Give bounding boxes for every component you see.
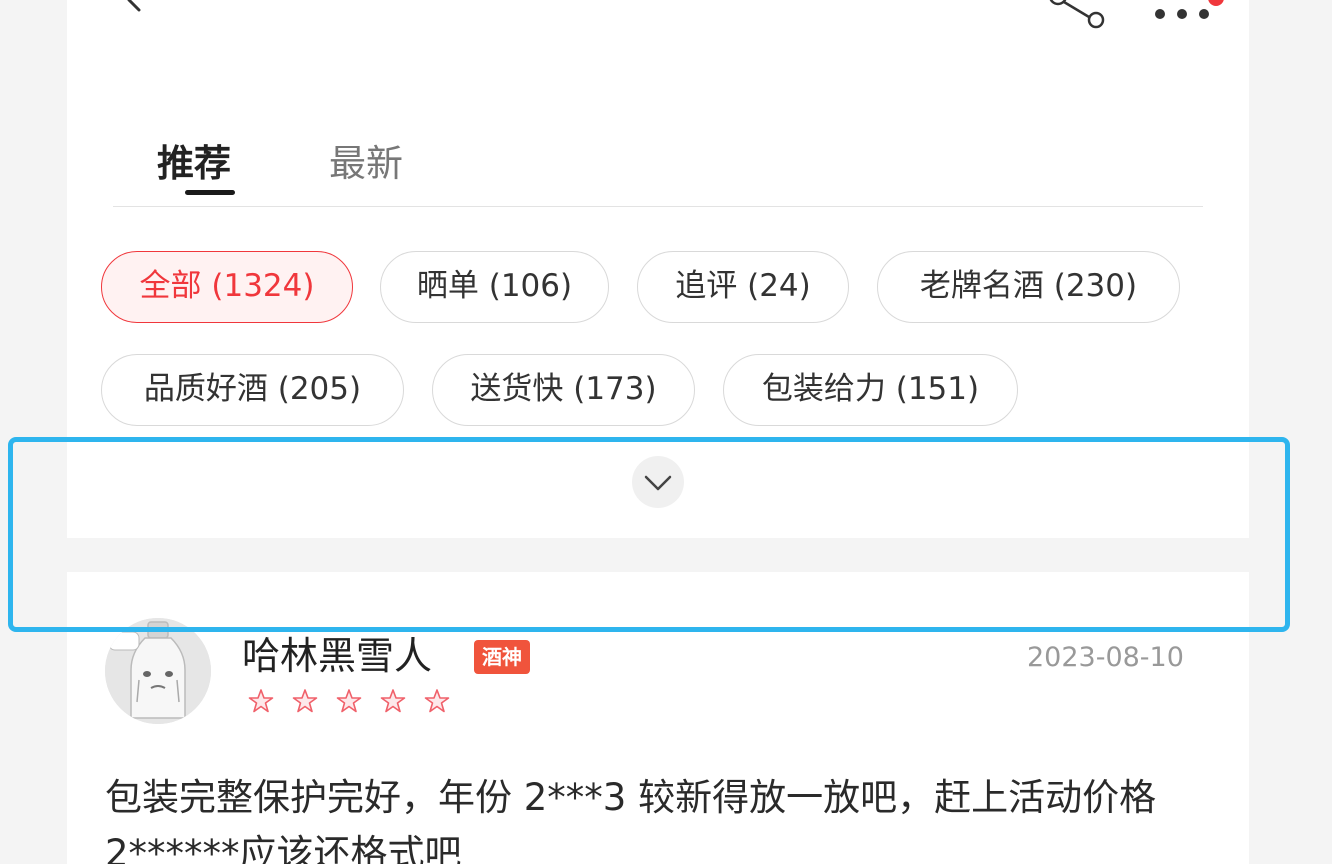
expand-filters-button[interactable]	[632, 456, 684, 508]
share-icon	[1049, 0, 1105, 29]
review-date: 2023-08-10	[1027, 642, 1184, 673]
filter-chip-all[interactable]: 全部 (1324)	[101, 251, 353, 323]
star-icon	[424, 689, 450, 713]
review-username[interactable]: 哈林黑雪人	[242, 632, 432, 680]
user-level-badge: 酒神	[474, 640, 530, 674]
share-button[interactable]	[1044, 0, 1106, 30]
filter-chip-packaging[interactable]: 包装给力 (151)	[723, 354, 1018, 426]
star-icon	[292, 689, 318, 713]
review-panel: 推荐 最新 全部 (1324) 晒单 (106) 追评 (24) 老牌名酒 (2…	[67, 0, 1249, 864]
chevron-left-icon	[127, 0, 141, 12]
filter-chip-photo[interactable]: 晒单 (106)	[380, 251, 609, 323]
filter-chip-quality[interactable]: 品质好酒 (205)	[101, 354, 404, 426]
chevron-down-icon	[644, 475, 672, 491]
filter-chip-followup[interactable]: 追评 (24)	[637, 251, 849, 323]
back-button[interactable]	[119, 0, 151, 18]
avatar[interactable]	[105, 618, 211, 724]
tab-latest[interactable]: 最新	[329, 140, 403, 188]
filter-chip-fast-delivery[interactable]: 送货快 (173)	[432, 354, 695, 426]
bottle-avatar-icon	[105, 618, 211, 724]
star-icon	[380, 689, 406, 713]
review-text[interactable]: 包装完整保护完好，年份 2***3 较新得放一放吧，赶上活动价格 2******…	[105, 770, 1215, 864]
tab-recommended[interactable]: 推荐	[157, 140, 231, 188]
star-icon	[248, 689, 274, 713]
filter-chip-classic-liquor[interactable]: 老牌名酒 (230)	[877, 251, 1180, 323]
star-icon	[336, 689, 362, 713]
section-divider	[67, 538, 1249, 572]
active-tab-indicator	[185, 190, 235, 195]
star-rating	[248, 688, 450, 720]
tab-bar: 推荐 最新	[113, 136, 1203, 207]
